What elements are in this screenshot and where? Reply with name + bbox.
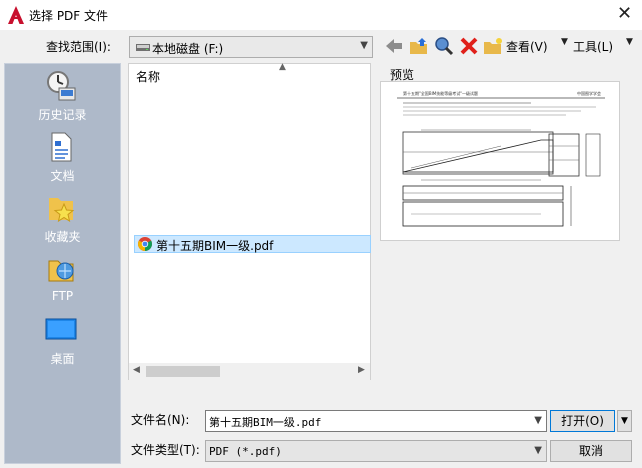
lookin-label: 查找范围(I): [46, 40, 111, 54]
place-label: 文档 [50, 169, 75, 183]
filetype-value: PDF (*.pdf) [209, 445, 282, 458]
delete-icon[interactable] [459, 36, 479, 56]
filename-value: 第十五期BIM一级.pdf [209, 416, 322, 429]
place-history[interactable]: 历史记录 [5, 66, 120, 126]
filetype-dropdown[interactable]: PDF (*.pdf) ▼ [205, 440, 547, 462]
filetype-label: 文件类型(T): [131, 443, 200, 457]
favorites-icon [49, 198, 75, 223]
place-documents[interactable]: 文档 [5, 127, 120, 187]
back-icon[interactable] [384, 36, 404, 56]
filename-label: 文件名(N): [131, 413, 190, 427]
open-button[interactable]: 打开(O) [550, 410, 615, 432]
autocad-logo-icon [8, 6, 24, 24]
chevron-down-icon: ▼ [561, 37, 568, 47]
preview-pane: 第十五期"全国BIM技能等级考试"一级试题 中国图学学会 [380, 81, 620, 241]
tools-menu[interactable]: 工具(L) [573, 38, 613, 55]
scroll-right-icon[interactable]: ▶ [358, 365, 365, 375]
places-bar: 历史记录 文档 收藏夹 FTP 桌面 [4, 63, 121, 464]
view-menu[interactable]: 查看(V) [506, 38, 548, 55]
pdf-thumbnail: 第十五期"全国BIM技能等级考试"一级试题 中国图学学会 [397, 90, 605, 238]
drive-icon [136, 44, 150, 51]
open-options-button[interactable]: ▼ [617, 410, 632, 432]
file-list[interactable]: 名称 ▲ 第十五期BIM一级.pdf ◀ ▶ [128, 62, 371, 380]
horizontal-scrollbar[interactable]: ◀ ▶ [129, 363, 370, 380]
chevron-down-icon: ▼ [626, 37, 633, 47]
lookin-value: 本地磁盘 (F:) [152, 42, 224, 56]
thumb-title: 第十五期"全国BIM技能等级考试"一级试题 [403, 90, 478, 96]
documents-icon [51, 132, 72, 162]
place-ftp[interactable]: FTP [5, 249, 120, 309]
place-label: 收藏夹 [44, 230, 81, 244]
history-icon [47, 71, 76, 101]
place-label: FTP [51, 289, 74, 303]
thumb-org: 中国图学学会 [577, 90, 601, 96]
sort-ascending-icon: ▲ [279, 62, 286, 72]
scroll-thumb[interactable] [146, 366, 220, 377]
column-header-name[interactable]: 名称 [136, 68, 160, 85]
new-folder-icon[interactable] [483, 36, 503, 56]
close-button[interactable]: ✕ [617, 3, 632, 24]
list-item[interactable]: 第十五期BIM一级.pdf [134, 235, 371, 253]
place-favorites[interactable]: 收藏夹 [5, 188, 120, 248]
file-name: 第十五期BIM一级.pdf [156, 239, 274, 253]
chevron-down-icon: ▼ [534, 445, 542, 456]
filename-input[interactable]: 第十五期BIM一级.pdf ▼ [205, 410, 547, 432]
place-label: 历史记录 [38, 108, 87, 122]
chevron-down-icon: ▼ [621, 416, 628, 426]
title-bar: 选择 PDF 文件 ✕ [0, 0, 642, 30]
desktop-icon [45, 318, 77, 340]
chevron-down-icon[interactable]: ▼ [534, 415, 542, 426]
place-label: 桌面 [50, 352, 75, 366]
chevron-down-icon: ▼ [360, 40, 368, 51]
ftp-icon [48, 260, 74, 282]
search-web-icon[interactable] [434, 36, 454, 56]
up-folder-icon[interactable] [409, 36, 429, 56]
window-title: 选择 PDF 文件 [29, 9, 109, 23]
lookin-dropdown[interactable]: 本地磁盘 (F:) ▼ [129, 36, 373, 58]
cancel-button[interactable]: 取消 [550, 440, 632, 462]
chrome-pdf-icon [138, 237, 152, 251]
place-desktop[interactable]: 桌面 [5, 310, 120, 370]
scroll-left-icon[interactable]: ◀ [133, 365, 140, 375]
